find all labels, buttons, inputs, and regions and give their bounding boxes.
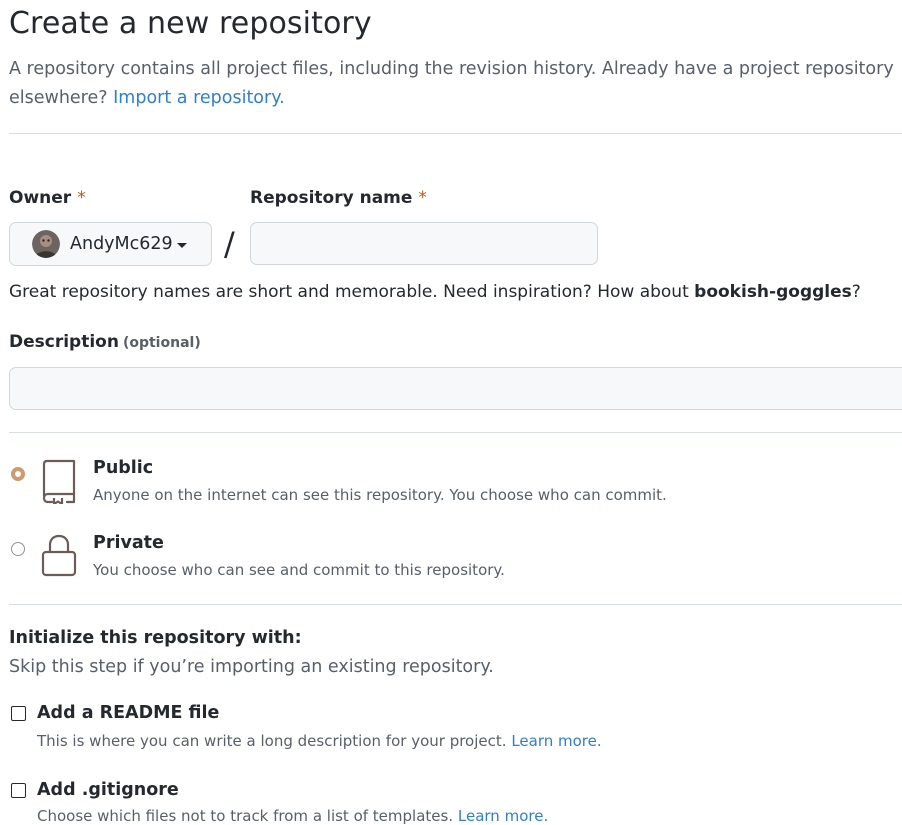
- gitignore-label: Add .gitignore: [37, 780, 179, 800]
- repo-name-label: Repository name *: [250, 188, 427, 208]
- required-mark: *: [418, 188, 427, 208]
- page-subtitle: A repository contains all project files,…: [9, 55, 902, 113]
- hint-suffix: ?: [851, 282, 861, 302]
- divider: [9, 432, 902, 433]
- repo-name-hint: Great repository names are short and mem…: [9, 282, 861, 302]
- owner-name: AndyMc629: [70, 234, 173, 254]
- import-repository-link[interactable]: Import a repository.: [113, 88, 285, 108]
- gitignore-checkbox[interactable]: [11, 783, 26, 798]
- public-description: Anyone on the internet can see this repo…: [93, 486, 667, 504]
- readme-desc-text: This is where you can write a long descr…: [37, 732, 507, 750]
- chevron-down-icon: [176, 243, 187, 248]
- divider: [9, 604, 902, 605]
- public-radio[interactable]: [11, 467, 25, 481]
- description-input[interactable]: [9, 367, 902, 410]
- description-label: Description (optional): [9, 332, 201, 352]
- repo-book-icon: [40, 458, 78, 508]
- private-title: Private: [93, 533, 164, 553]
- owner-label-text: Owner: [9, 188, 72, 208]
- name-suggestion: bookish-goggles: [694, 282, 852, 302]
- initialize-title: Initialize this repository with:: [9, 628, 302, 648]
- gitignore-description: Choose which files not to track from a l…: [37, 807, 548, 825]
- owner-repo-separator: /: [224, 225, 235, 263]
- private-radio[interactable]: [11, 542, 25, 556]
- description-label-text: Description: [9, 332, 119, 352]
- owner-label: Owner *: [9, 188, 86, 208]
- avatar: [32, 230, 60, 258]
- readme-description: This is where you can write a long descr…: [37, 732, 602, 750]
- initialize-subtitle: Skip this step if you’re importing an ex…: [9, 657, 494, 677]
- readme-learn-more-link[interactable]: Learn more.: [511, 732, 601, 750]
- repo-name-label-text: Repository name: [250, 188, 413, 208]
- hint-text: Great repository names are short and mem…: [9, 282, 695, 302]
- gitignore-learn-more-link[interactable]: Learn more.: [458, 807, 548, 825]
- divider: [9, 133, 902, 134]
- readme-label: Add a README file: [37, 703, 220, 723]
- required-mark: *: [77, 188, 86, 208]
- optional-tag: (optional): [122, 335, 201, 351]
- readme-checkbox[interactable]: [11, 706, 26, 721]
- gitignore-desc-text: Choose which files not to track from a l…: [37, 807, 454, 825]
- page-title: Create a new repository: [9, 6, 372, 41]
- lock-icon: [40, 533, 78, 583]
- owner-dropdown[interactable]: AndyMc629: [9, 222, 212, 266]
- private-description: You choose who can see and commit to thi…: [93, 561, 505, 579]
- repo-name-input[interactable]: [250, 222, 598, 265]
- public-title: Public: [93, 458, 154, 478]
